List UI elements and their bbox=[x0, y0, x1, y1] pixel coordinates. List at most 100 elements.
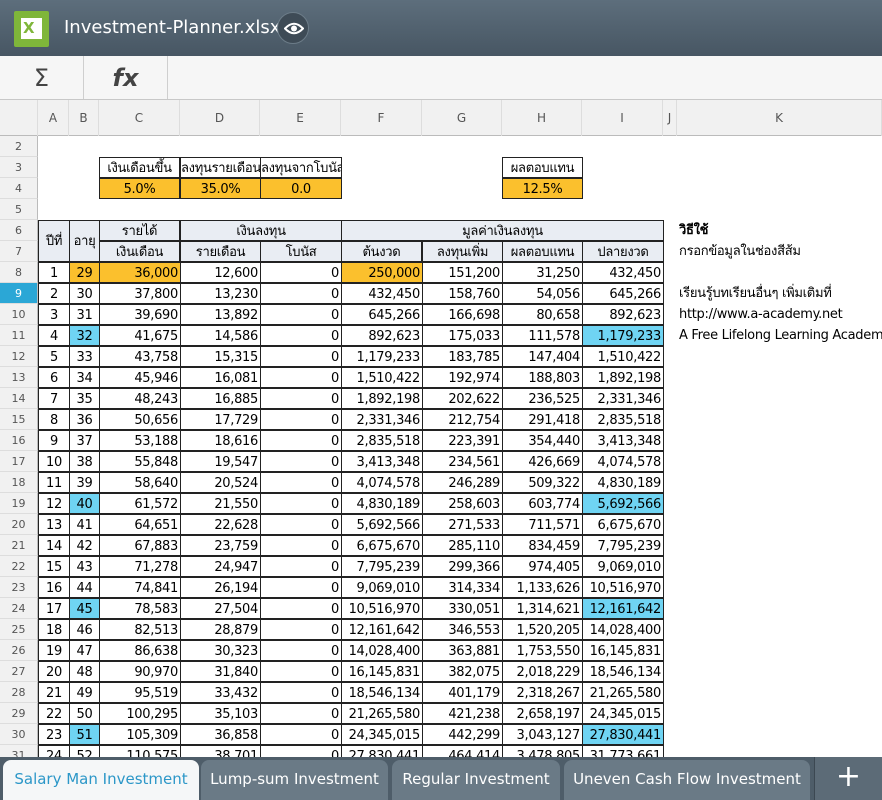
bonus-invest-input[interactable]: 0.0 bbox=[260, 178, 342, 199]
table-cell-bon[interactable]: 0 bbox=[260, 640, 342, 661]
row-header-13[interactable]: 13 bbox=[0, 367, 38, 388]
table-cell-age[interactable]: 31 bbox=[69, 304, 100, 325]
table-cell-sal[interactable]: 71,278 bbox=[99, 556, 181, 577]
table-cell-age[interactable]: 41 bbox=[69, 514, 100, 535]
table-cell-sal[interactable]: 50,656 bbox=[99, 409, 181, 430]
header-begin[interactable]: ต้นงวด bbox=[341, 241, 422, 262]
table-cell-mon[interactable]: 20,524 bbox=[180, 472, 261, 493]
row-header-6[interactable]: 6 bbox=[0, 220, 38, 241]
table-cell-mon[interactable]: 22,628 bbox=[180, 514, 261, 535]
column-header-j[interactable]: J bbox=[663, 100, 677, 136]
table-cell-bon[interactable]: 0 bbox=[260, 703, 342, 724]
row-header-4[interactable]: 4 bbox=[0, 178, 38, 199]
table-cell-bon[interactable]: 0 bbox=[260, 493, 342, 514]
spreadsheet-grid[interactable]: ABCDEFGHIJK 2 3 4 5 6 7 8 9 10 11 12 13 14 15 16 17 18 19… bbox=[0, 100, 882, 757]
table-cell-beg[interactable]: 27,830,441 bbox=[341, 745, 423, 757]
table-cell-end[interactable]: 432,450 bbox=[582, 262, 664, 283]
table-cell-mon[interactable]: 28,879 bbox=[180, 619, 261, 640]
table-cell-mon[interactable]: 16,081 bbox=[180, 367, 261, 388]
add-sheet-button[interactable]: + bbox=[814, 757, 882, 800]
table-cell-sal[interactable]: 64,651 bbox=[99, 514, 181, 535]
table-cell-ret[interactable]: 31,250 bbox=[502, 262, 583, 283]
header-value[interactable]: มูลค่าเงินลงทุน bbox=[341, 220, 664, 241]
row-header-10[interactable]: 10 bbox=[0, 304, 38, 325]
select-all-corner[interactable] bbox=[0, 100, 38, 136]
table-cell-beg[interactable]: 24,345,015 bbox=[341, 724, 423, 745]
table-cell-beg[interactable]: 14,028,400 bbox=[341, 640, 423, 661]
row-header-22[interactable]: 22 bbox=[0, 556, 38, 577]
row-header-2[interactable]: 2 bbox=[0, 136, 38, 157]
column-header-a[interactable]: A bbox=[38, 100, 69, 136]
table-cell-add[interactable]: 271,533 bbox=[422, 514, 503, 535]
table-cell-mon[interactable]: 16,885 bbox=[180, 388, 261, 409]
row-header-23[interactable]: 23 bbox=[0, 577, 38, 598]
table-cell-mon[interactable]: 13,892 bbox=[180, 304, 261, 325]
table-cell-bon[interactable]: 0 bbox=[260, 619, 342, 640]
table-cell-sal[interactable]: 55,848 bbox=[99, 451, 181, 472]
table-cell-sal[interactable]: 58,640 bbox=[99, 472, 181, 493]
table-cell-y[interactable]: 2 bbox=[38, 283, 70, 304]
table-cell-beg[interactable]: 18,546,134 bbox=[341, 682, 423, 703]
table-cell-beg[interactable]: 5,692,566 bbox=[341, 514, 423, 535]
table-cell-ret[interactable]: 3,043,127 bbox=[502, 724, 583, 745]
table-cell-y[interactable]: 18 bbox=[38, 619, 70, 640]
table-cell-y[interactable]: 11 bbox=[38, 472, 70, 493]
bonus-invest-label[interactable]: ลงทุนจากโบนัส bbox=[260, 157, 342, 178]
column-header-k[interactable]: K bbox=[677, 100, 882, 136]
table-cell-age[interactable]: 35 bbox=[69, 388, 100, 409]
row-header-18[interactable]: 18 bbox=[0, 472, 38, 493]
table-cell-ret[interactable]: 711,571 bbox=[502, 514, 583, 535]
table-cell-ret[interactable]: 974,405 bbox=[502, 556, 583, 577]
table-cell-age[interactable]: 36 bbox=[69, 409, 100, 430]
table-cell-ret[interactable]: 111,578 bbox=[502, 325, 583, 346]
return-label[interactable]: ผลตอบแทน bbox=[502, 157, 583, 178]
howto-text[interactable]: กรอกข้อมูลในช่องสีส้ม bbox=[679, 241, 879, 262]
table-cell-add[interactable]: 246,289 bbox=[422, 472, 503, 493]
table-cell-mon[interactable]: 31,840 bbox=[180, 661, 261, 682]
table-cell-age[interactable]: 40 bbox=[69, 493, 100, 514]
table-cell-ret[interactable]: 1,133,626 bbox=[502, 577, 583, 598]
table-cell-bon[interactable]: 0 bbox=[260, 535, 342, 556]
table-cell-add[interactable]: 363,881 bbox=[422, 640, 503, 661]
table-cell-sal[interactable]: 41,675 bbox=[99, 325, 181, 346]
table-cell-end[interactable]: 892,623 bbox=[582, 304, 664, 325]
table-cell-sal[interactable]: 53,188 bbox=[99, 430, 181, 451]
table-cell-bon[interactable]: 0 bbox=[260, 325, 342, 346]
table-cell-mon[interactable]: 24,947 bbox=[180, 556, 261, 577]
table-cell-add[interactable]: 212,754 bbox=[422, 409, 503, 430]
table-cell-age[interactable]: 52 bbox=[69, 745, 100, 757]
table-cell-y[interactable]: 10 bbox=[38, 451, 70, 472]
table-cell-sal[interactable]: 78,583 bbox=[99, 598, 181, 619]
row-header-11[interactable]: 11 bbox=[0, 325, 38, 346]
table-cell-add[interactable]: 158,760 bbox=[422, 283, 503, 304]
table-cell-end[interactable]: 4,074,578 bbox=[582, 451, 664, 472]
table-cell-mon[interactable]: 33,432 bbox=[180, 682, 261, 703]
table-cell-y[interactable]: 14 bbox=[38, 535, 70, 556]
table-cell-age[interactable]: 34 bbox=[69, 367, 100, 388]
table-cell-bon[interactable]: 0 bbox=[260, 346, 342, 367]
column-header-b[interactable]: B bbox=[69, 100, 99, 136]
academy-tagline[interactable]: A Free Lifelong Learning Academy bbox=[679, 325, 882, 346]
row-header-21[interactable]: 21 bbox=[0, 535, 38, 556]
table-cell-mon[interactable]: 27,504 bbox=[180, 598, 261, 619]
row-header-26[interactable]: 26 bbox=[0, 640, 38, 661]
table-cell-add[interactable]: 183,785 bbox=[422, 346, 503, 367]
table-cell-ret[interactable]: 80,658 bbox=[502, 304, 583, 325]
row-header-31[interactable]: 31 bbox=[0, 745, 38, 757]
table-cell-add[interactable]: 314,334 bbox=[422, 577, 503, 598]
row-header-8[interactable]: 8 bbox=[0, 262, 38, 283]
table-cell-ret[interactable]: 1,753,550 bbox=[502, 640, 583, 661]
table-cell-end[interactable]: 645,266 bbox=[582, 283, 664, 304]
table-cell-y[interactable]: 6 bbox=[38, 367, 70, 388]
row-header-24[interactable]: 24 bbox=[0, 598, 38, 619]
table-cell-mon[interactable]: 14,586 bbox=[180, 325, 261, 346]
table-cell-age[interactable]: 48 bbox=[69, 661, 100, 682]
row-header-3[interactable]: 3 bbox=[0, 157, 38, 178]
table-cell-bon[interactable]: 0 bbox=[260, 682, 342, 703]
table-cell-mon[interactable]: 35,103 bbox=[180, 703, 261, 724]
table-cell-beg[interactable]: 1,892,198 bbox=[341, 388, 423, 409]
more-lessons-text[interactable]: เรียนรู้บทเรียนอื่นๆ เพิ่มเติมที่ bbox=[679, 283, 879, 304]
table-cell-beg[interactable]: 12,161,642 bbox=[341, 619, 423, 640]
table-cell-y[interactable]: 21 bbox=[38, 682, 70, 703]
table-cell-y[interactable]: 19 bbox=[38, 640, 70, 661]
